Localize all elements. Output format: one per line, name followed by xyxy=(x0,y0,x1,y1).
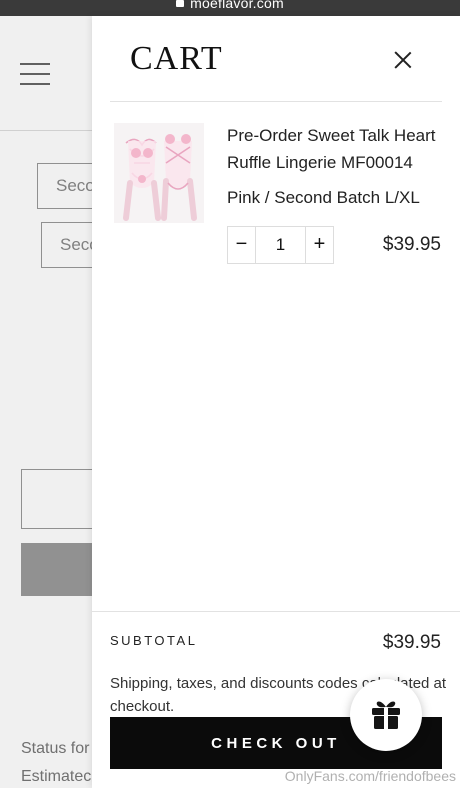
gift-icon xyxy=(372,701,400,729)
lock-icon xyxy=(176,0,185,7)
increase-quantity-button[interactable]: + xyxy=(305,227,333,263)
cart-title: CART xyxy=(130,40,223,77)
subtotal-label: SUBTOTAL xyxy=(110,633,198,648)
estimated-text: Estimatec xyxy=(21,768,92,785)
product-thumbnail[interactable] xyxy=(114,123,204,223)
subtotal-value: $39.95 xyxy=(382,632,441,653)
cart-drawer: CART Pre-Order Sweet Talk Heart Ruffle L… xyxy=(92,16,460,788)
add-to-cart-button[interactable] xyxy=(21,543,101,596)
close-icon[interactable] xyxy=(394,51,412,69)
decrease-quantity-button[interactable]: − xyxy=(228,227,256,263)
item-variant: Pink / Second Batch L/XL xyxy=(227,188,420,207)
rewards-widget-button[interactable] xyxy=(350,679,422,751)
menu-icon[interactable] xyxy=(20,63,52,85)
browser-url-bar[interactable]: moeflavor.com xyxy=(0,0,460,16)
quantity-stepper: − + xyxy=(227,226,334,264)
url-text: moeflavor.com xyxy=(190,0,284,11)
status-text: Status for xyxy=(21,740,90,757)
url-display[interactable]: moeflavor.com xyxy=(0,0,460,11)
header-divider xyxy=(110,101,442,102)
footer-divider xyxy=(92,611,460,612)
watermark-text: OnlyFans.com/friendofbees xyxy=(284,768,456,784)
item-title[interactable]: Pre-Order Sweet Talk Heart Ruffle Linger… xyxy=(227,122,449,176)
quantity-box[interactable] xyxy=(21,469,101,529)
header-divider xyxy=(0,130,100,131)
item-price: $39.95 xyxy=(382,234,441,255)
quantity-input[interactable] xyxy=(256,227,305,263)
